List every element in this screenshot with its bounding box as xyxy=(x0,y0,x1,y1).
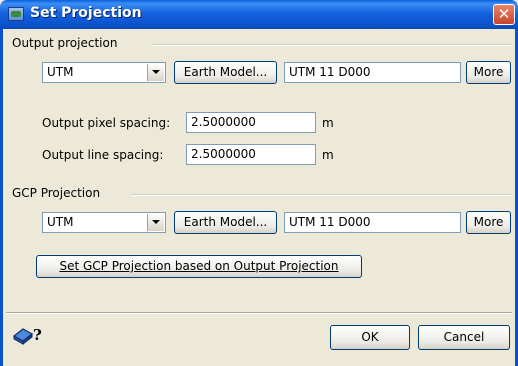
ok-button[interactable]: OK xyxy=(330,325,410,350)
output-pixel-spacing-label: Output pixel spacing: xyxy=(42,116,171,130)
output-pixel-spacing-unit: m xyxy=(322,116,334,130)
svg-text:?: ? xyxy=(33,326,42,344)
set-gcp-from-output-button[interactable]: Set GCP Projection based on Output Proje… xyxy=(36,255,362,278)
chevron-down-icon[interactable] xyxy=(147,64,164,81)
output-more-button[interactable]: More xyxy=(466,61,511,84)
title-bar: Set Projection ✕ xyxy=(0,0,518,29)
gcp-more-button[interactable]: More xyxy=(466,211,511,234)
output-projection-select[interactable]: UTM xyxy=(42,62,166,83)
gcp-earth-model-button[interactable]: Earth Model... xyxy=(174,211,277,234)
help-icon[interactable]: ? xyxy=(12,323,48,347)
close-button[interactable]: ✕ xyxy=(493,4,515,25)
gcp-projection-divider xyxy=(132,194,512,196)
output-pixel-spacing-field[interactable]: 2.5000000 xyxy=(186,112,316,133)
gcp-projection-group-label: GCP Projection xyxy=(12,186,101,200)
window-title: Set Projection xyxy=(30,5,142,21)
app-icon xyxy=(8,7,24,21)
gcp-projection-select-value: UTM xyxy=(47,215,74,229)
output-line-spacing-unit: m xyxy=(322,148,334,162)
gcp-projection-string-field[interactable]: UTM 11 D000 xyxy=(284,212,461,233)
output-line-spacing-field[interactable]: 2.5000000 xyxy=(186,144,316,165)
output-projection-group-label: Output projection xyxy=(12,36,118,50)
output-line-spacing-label: Output line spacing: xyxy=(42,148,164,162)
output-projection-select-value: UTM xyxy=(47,65,74,79)
chevron-down-icon[interactable] xyxy=(147,214,164,231)
output-earth-model-button[interactable]: Earth Model... xyxy=(174,61,277,84)
cancel-button[interactable]: Cancel xyxy=(418,325,510,350)
output-projection-string-field[interactable]: UTM 11 D000 xyxy=(284,62,461,83)
output-projection-divider xyxy=(152,44,512,46)
footer-divider xyxy=(6,312,512,314)
gcp-projection-select[interactable]: UTM xyxy=(42,212,166,233)
